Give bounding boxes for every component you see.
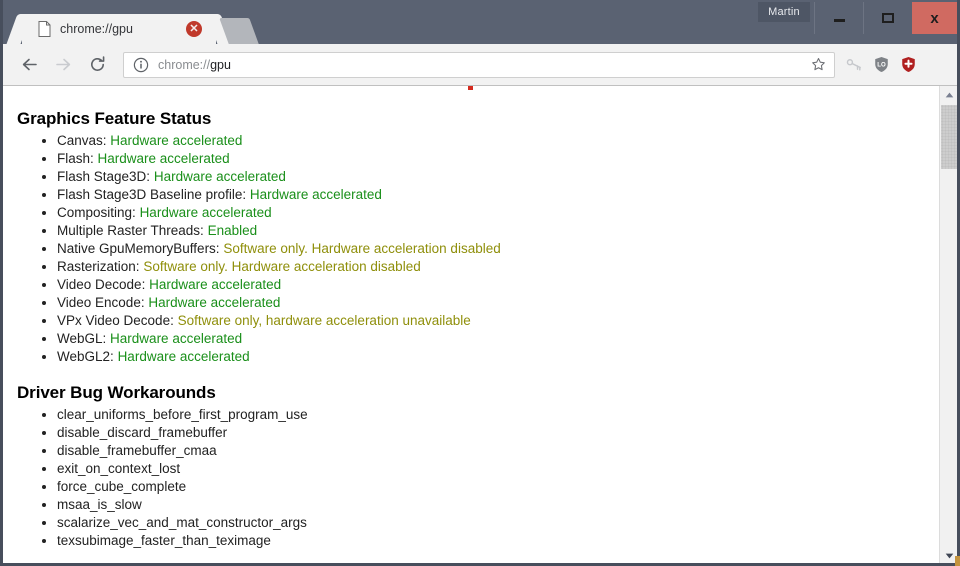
feature-label: VPx Video Decode:	[57, 313, 174, 328]
scroll-down-arrow-icon	[945, 553, 953, 558]
back-arrow-icon	[22, 58, 37, 71]
driver-bug-workarounds-heading: Driver Bug Workarounds	[17, 383, 216, 402]
driver-bug-workarounds-list: clear_uniforms_before_first_program_use …	[57, 406, 939, 550]
list-item: Flash Stage3D Baseline profile: Hardware…	[57, 186, 939, 204]
shield-lo-extension-icon: LO	[875, 56, 888, 73]
feature-label: Rasterization:	[57, 259, 140, 274]
feature-value: Hardware accelerated	[97, 151, 230, 166]
graphics-feature-status-list: Canvas: Hardware accelerated Flash: Hard…	[57, 132, 939, 366]
svg-text:LO: LO	[877, 61, 886, 68]
gpu-info-page: Graphics Feature Status Canvas: Hardware…	[3, 86, 939, 563]
list-item: force_cube_complete	[57, 478, 939, 496]
address-bar[interactable]: chrome://gpu	[123, 51, 835, 78]
feature-value: Hardware accelerated	[139, 205, 272, 220]
list-item: Flash: Hardware accelerated	[57, 150, 939, 168]
list-item: WebGL2: Hardware accelerated	[57, 348, 939, 366]
reload-icon	[90, 56, 104, 71]
extension-shield-lo-button[interactable]: LO	[868, 50, 895, 80]
tab-close-icon[interactable]: ✕	[186, 21, 202, 37]
browser-window: Martin x chrome://gpu ✕ chrome://gpu LO …	[0, 0, 960, 566]
feature-value: Hardware accelerated	[110, 331, 243, 346]
list-item: Video Decode: Hardware accelerated	[57, 276, 939, 294]
back-button[interactable]	[14, 50, 44, 80]
feature-value: Hardware accelerated	[117, 349, 250, 364]
feature-label: Video Encode:	[57, 295, 145, 310]
window-resize-corner[interactable]	[955, 556, 960, 566]
graphics-feature-status-heading: Graphics Feature Status	[17, 109, 212, 128]
feature-value: Software only. Hardware acceleration dis…	[143, 259, 421, 274]
window-frame-left	[0, 0, 3, 566]
list-item: scalarize_vec_and_mat_constructor_args	[57, 514, 939, 532]
key-extension-icon	[846, 59, 861, 71]
bookmark-star-icon	[811, 57, 825, 71]
page-viewport: Graphics Feature Status Canvas: Hardware…	[3, 85, 957, 563]
feature-label: Compositing:	[57, 205, 136, 220]
list-item: Multiple Raster Threads: Enabled	[57, 222, 939, 240]
list-item: clear_uniforms_before_first_program_use	[57, 406, 939, 424]
page-scrollbar[interactable]	[939, 86, 957, 563]
page-icon	[38, 21, 51, 37]
feature-value: Hardware accelerated	[110, 133, 243, 148]
list-item: Flash Stage3D: Hardware accelerated	[57, 168, 939, 186]
feature-value: Hardware accelerated	[153, 169, 286, 184]
feature-label: Flash Stage3D:	[57, 169, 151, 184]
chrome-menu-button[interactable]	[922, 50, 952, 80]
list-item: msaa_is_slow	[57, 496, 939, 514]
list-item: exit_on_context_lost	[57, 460, 939, 478]
url-host: gpu	[210, 57, 231, 72]
extension-key-button[interactable]	[841, 50, 868, 80]
list-item: Video Encode: Hardware accelerated	[57, 294, 939, 312]
feature-value: Hardware accelerated	[249, 187, 382, 202]
scroll-up-button[interactable]	[940, 86, 957, 103]
feature-label: WebGL:	[57, 331, 107, 346]
feature-label: Native GpuMemoryBuffers:	[57, 241, 220, 256]
list-item: Canvas: Hardware accelerated	[57, 132, 939, 150]
list-item: texsubimage_faster_than_teximage	[57, 532, 939, 550]
extension-red-shield-button[interactable]	[895, 50, 922, 80]
red-shield-plus-extension-icon	[902, 56, 915, 73]
feature-value: Hardware accelerated	[149, 277, 282, 292]
feature-label: Flash Stage3D Baseline profile:	[57, 187, 247, 202]
list-item: VPx Video Decode: Software only, hardwar…	[57, 312, 939, 330]
forward-arrow-icon	[55, 58, 70, 71]
bookmark-star-button[interactable]	[808, 55, 828, 75]
page-load-marker	[468, 86, 473, 90]
forward-button	[48, 50, 78, 80]
reload-button[interactable]	[82, 50, 112, 80]
feature-label: Video Decode:	[57, 277, 146, 292]
feature-value: Software only. Hardware acceleration dis…	[223, 241, 501, 256]
url-scheme: chrome://	[158, 57, 211, 72]
list-item: Compositing: Hardware accelerated	[57, 204, 939, 222]
list-item: Rasterization: Software only. Hardware a…	[57, 258, 939, 276]
info-circle-icon[interactable]	[133, 57, 149, 73]
feature-value: Enabled	[207, 223, 258, 238]
feature-label: Flash:	[57, 151, 94, 166]
tab-chrome-gpu[interactable]: chrome://gpu ✕	[22, 14, 216, 44]
list-item: Native GpuMemoryBuffers: Software only. …	[57, 240, 939, 258]
list-item: WebGL: Hardware accelerated	[57, 330, 939, 348]
feature-value: Software only, hardware acceleration una…	[177, 313, 471, 328]
feature-label: WebGL2:	[57, 349, 114, 364]
feature-label: Canvas:	[57, 133, 107, 148]
browser-toolbar: chrome://gpu LO	[3, 44, 957, 85]
tab-title: chrome://gpu	[60, 22, 133, 36]
scrollbar-thumb[interactable]	[941, 105, 957, 169]
address-bar-text: chrome://gpu	[158, 58, 808, 72]
list-item: disable_framebuffer_cmaa	[57, 442, 939, 460]
feature-value: Hardware accelerated	[148, 295, 281, 310]
tab-strip: chrome://gpu ✕	[3, 0, 957, 44]
feature-label: Multiple Raster Threads:	[57, 223, 204, 238]
scroll-up-arrow-icon	[945, 92, 953, 97]
list-item: disable_discard_framebuffer	[57, 424, 939, 442]
